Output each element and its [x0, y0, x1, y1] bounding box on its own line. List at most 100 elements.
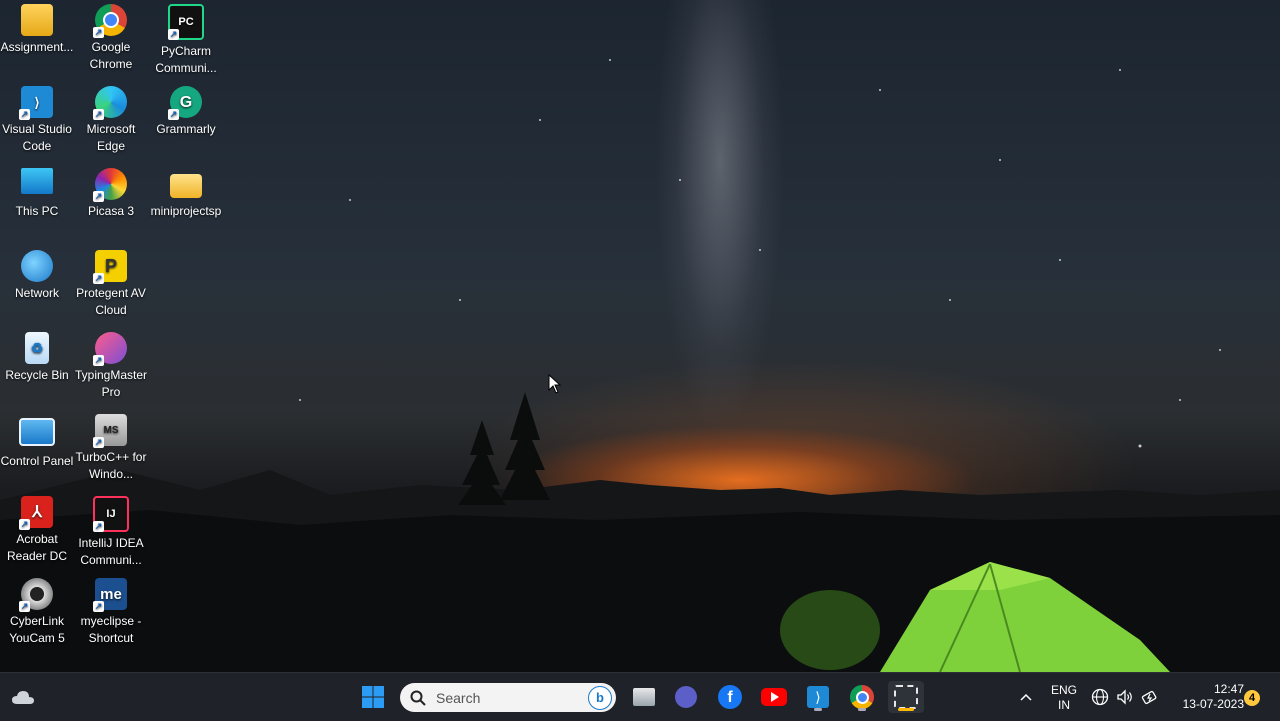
pycharm-icon: PC ↗	[168, 4, 204, 40]
bing-icon[interactable]: b	[588, 686, 612, 710]
taskbar: Search b f ⟩ ENG IN 12:47 13-07-2023 4	[0, 672, 1280, 721]
language-indicator[interactable]: ENG IN	[1046, 683, 1082, 713]
cloud-icon	[12, 691, 34, 704]
globe-icon	[1091, 688, 1109, 706]
desktop-icon-label: Protegent AV Cloud	[76, 286, 146, 317]
desktop-icon-intellij[interactable]: IJ ↗ IntelliJ IDEA Communi...	[74, 492, 148, 569]
acrobat-icon: ⅄ ↗	[19, 496, 53, 530]
mouse-cursor-icon	[548, 374, 562, 394]
taskbar-chrome[interactable]	[846, 681, 878, 713]
taskbar-facebook[interactable]: f	[714, 681, 746, 713]
chrome-icon: ↗	[93, 4, 127, 38]
desktop-icon-this-pc[interactable]: This PC	[0, 164, 74, 220]
desktop-icon-turboc[interactable]: MS ↗ TurboC++ for Windo...	[74, 410, 148, 483]
myeclipse-icon: me ↗	[93, 578, 127, 612]
youcam-icon: ↗	[19, 578, 53, 612]
desktop-icon-control-panel[interactable]: Control Panel	[0, 410, 74, 470]
typingmaster-icon: ↗	[93, 332, 127, 366]
notification-badge[interactable]: 4	[1244, 690, 1260, 706]
desktop-icon-label: CyberLink YouCam 5	[9, 614, 65, 645]
desktop-icon-label: Google Chrome	[89, 40, 133, 71]
battery-button[interactable]	[1138, 681, 1162, 713]
notification-count: 4	[1248, 692, 1256, 704]
volume-button[interactable]	[1113, 681, 1137, 713]
start-button[interactable]	[357, 681, 389, 713]
picasa-icon: ↗	[93, 168, 127, 202]
teams-icon	[675, 686, 697, 708]
grammarly-icon: G ↗	[168, 86, 202, 120]
desktop-icon-label: Microsoft Edge	[86, 122, 136, 153]
desktop-icon-grammarly[interactable]: G ↗ Grammarly	[149, 82, 223, 138]
control-panel-icon	[19, 418, 55, 446]
taskbar-file-explorer[interactable]	[628, 681, 660, 713]
clock[interactable]: 12:47 13-07-2023	[1168, 682, 1244, 712]
taskbar-teams[interactable]	[670, 681, 702, 713]
desktop-icon-label: PyCharm Communi...	[155, 44, 217, 75]
desktop-icon-youcam[interactable]: ↗ CyberLink YouCam 5	[0, 574, 74, 647]
network-status-button[interactable]	[1088, 681, 1112, 713]
desktop-icon-pycharm[interactable]: PC ↗ PyCharm Communi...	[149, 0, 223, 77]
monitor-icon	[21, 168, 53, 194]
desktop-icon-label: TurboC++ for Windo...	[75, 450, 147, 481]
desktop-icon-picasa[interactable]: ↗ Picasa 3	[74, 164, 148, 220]
desktop-icon-label: Assignment...	[0, 40, 74, 54]
desktop-icon-recycle-bin[interactable]: ♻ Recycle Bin	[0, 328, 74, 384]
desktop-icon-miniprojectsp[interactable]: miniprojectsp	[149, 164, 223, 220]
desktop-icon-label: Acrobat Reader DC	[6, 532, 68, 563]
folder-icon	[170, 174, 202, 198]
protegent-icon: P ↗	[93, 250, 127, 284]
desktop-icon-label: myeclipse - Shortcut	[80, 614, 142, 645]
running-indicator	[858, 708, 866, 711]
file-explorer-icon	[633, 688, 655, 706]
desktop-icon-label: TypingMaster Pro	[74, 368, 148, 399]
clock-time: 12:47	[1213, 682, 1244, 696]
turboc-icon: MS ↗	[93, 414, 127, 448]
edge-icon: ↗	[93, 86, 127, 120]
desktop-icon-edge[interactable]: ↗ Microsoft Edge	[74, 82, 148, 155]
desktop-icon-label: Recycle Bin	[5, 368, 69, 382]
taskbar-search-box[interactable]: Search b	[400, 683, 616, 712]
desktop-icon-acrobat[interactable]: ⅄ ↗ Acrobat Reader DC	[0, 492, 74, 565]
taskbar-youtube[interactable]	[758, 681, 790, 713]
chrome-icon	[850, 685, 874, 709]
clock-date: 13-07-2023	[1182, 697, 1244, 711]
desktop-icon-label: Control Panel	[0, 454, 74, 468]
speaker-icon	[1117, 689, 1132, 705]
search-icon	[410, 690, 426, 706]
language-region: IN	[1058, 698, 1070, 712]
desktop-icon-myeclipse[interactable]: me ↗ myeclipse - Shortcut	[74, 574, 148, 647]
youtube-icon	[761, 688, 787, 706]
chevron-up-icon	[1020, 693, 1032, 701]
search-placeholder: Search	[436, 689, 481, 706]
vscode-icon: ⟩	[807, 686, 829, 708]
desktop-icon-protegent[interactable]: P ↗ Protegent AV Cloud	[74, 246, 148, 319]
recycle-bin-icon: ♻	[25, 332, 49, 364]
vscode-icon: ⟩ ↗	[19, 86, 53, 120]
desktop-icon-label: Visual Studio Code	[2, 122, 72, 153]
network-icon	[21, 250, 53, 282]
folder-icon	[21, 4, 53, 36]
taskbar-snipping-tool[interactable]	[888, 681, 924, 713]
desktop-icon-label: Picasa 3	[87, 204, 135, 218]
language-code: ENG	[1050, 683, 1077, 697]
weather-widget-button[interactable]	[7, 681, 39, 713]
active-indicator	[898, 708, 914, 711]
show-hidden-icons-button[interactable]	[1010, 681, 1042, 713]
running-indicator	[814, 708, 822, 711]
desktop-icon-label: miniprojectsp	[150, 204, 222, 218]
start-icon	[362, 686, 384, 708]
desktop-icon-label: Grammarly	[156, 122, 216, 136]
snipping-tool-icon	[894, 685, 918, 709]
taskbar-vscode[interactable]: ⟩	[802, 681, 834, 713]
intellij-icon: IJ ↗	[93, 496, 129, 532]
desktop-icon-vscode[interactable]: ⟩ ↗ Visual Studio Code	[0, 82, 74, 155]
desktop-icon-network[interactable]: Network	[0, 246, 74, 302]
desktop-icon-label: IntelliJ IDEA Communi...	[78, 536, 144, 567]
desktop-icon-label: This PC	[15, 204, 59, 218]
desktop-icon-google-chrome[interactable]: ↗ Google Chrome	[74, 0, 148, 73]
desktop-icon-label: Network	[14, 286, 59, 300]
facebook-icon: f	[718, 685, 742, 709]
desktop-icon-assignment[interactable]: Assignment...	[0, 0, 74, 56]
desktop-icon-typingmaster[interactable]: ↗ TypingMaster Pro	[74, 328, 148, 401]
battery-charging-icon	[1141, 690, 1157, 705]
